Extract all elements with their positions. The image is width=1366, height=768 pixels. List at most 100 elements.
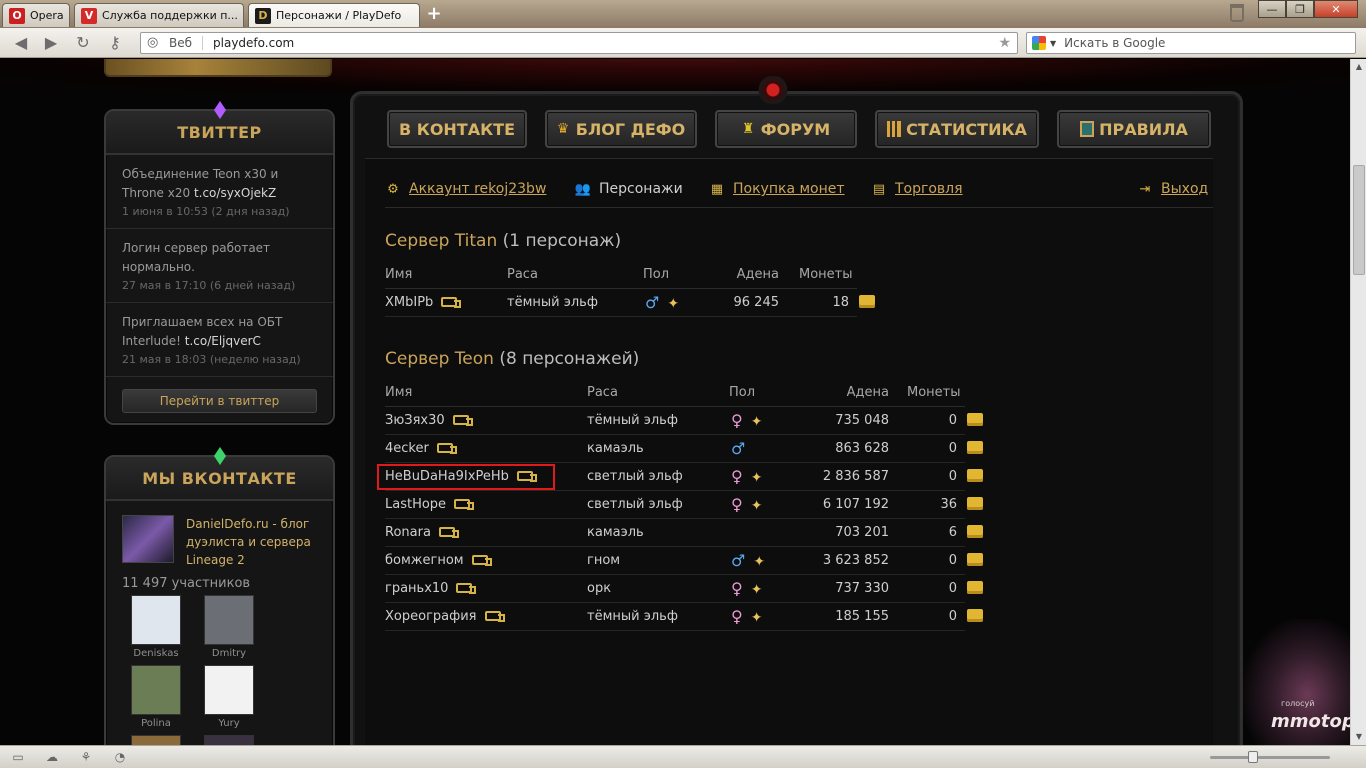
mmotop-vote-banner[interactable]: голосуй mmotop [1243, 619, 1350, 745]
coin-stack-icon[interactable] [859, 295, 875, 308]
link-character-icon[interactable] [436, 442, 457, 454]
coins-icon[interactable] [957, 547, 983, 575]
avatar[interactable] [204, 735, 254, 745]
link-character-icon[interactable] [484, 610, 505, 622]
coin-stack-icon[interactable] [967, 525, 983, 538]
coins-icon[interactable] [957, 407, 983, 435]
unite-icon[interactable]: ⚘ [78, 750, 94, 764]
coins-icon[interactable] [957, 575, 983, 603]
character-name[interactable]: Ronara [385, 519, 459, 547]
trash-icon[interactable] [1230, 4, 1244, 22]
character-name-text[interactable]: ЗюЗях30 [385, 413, 445, 428]
tweet-link[interactable]: t.co/syxOjekZ [194, 186, 276, 200]
avatar[interactable] [131, 595, 181, 645]
character-name[interactable]: XMbIPb [385, 289, 462, 317]
logout-link[interactable]: ⇥ Выход [1137, 181, 1209, 197]
page-scrollbar[interactable]: ▲ ▼ [1350, 59, 1366, 745]
search-field[interactable]: ▼ Искать в Google [1026, 32, 1356, 54]
characters-link[interactable]: 👥 Персонажи [575, 181, 683, 197]
nav-forum[interactable]: ♜ ФОРУМ [715, 110, 857, 148]
key-icon[interactable]: ⚷ [104, 33, 126, 53]
character-name[interactable]: LastHope [385, 491, 475, 519]
coins-icon[interactable] [957, 491, 983, 519]
tab-opera-menu[interactable]: O Opera [2, 3, 70, 27]
character-name-text[interactable]: LastHope [385, 497, 446, 512]
nav-rules[interactable]: ПРАВИЛА [1057, 110, 1211, 148]
link-character-icon[interactable] [438, 526, 459, 538]
tab-support[interactable]: V Служба поддержки п... [74, 3, 244, 27]
avatar[interactable] [131, 665, 181, 715]
character-name[interactable]: бомжегном [385, 547, 492, 575]
cloud-icon[interactable]: ☁ [44, 750, 60, 764]
coin-stack-icon[interactable] [967, 553, 983, 566]
character-name[interactable]: Хореография [385, 603, 505, 631]
coin-stack-icon[interactable] [967, 441, 983, 454]
tab-characters[interactable]: D Персонажи / PlayDefo [248, 3, 420, 27]
scroll-up-icon[interactable]: ▲ [1351, 59, 1366, 75]
browser-window: O Opera V Служба поддержки п... D Персон… [0, 0, 1366, 768]
forward-arrow-icon[interactable]: ▶ [40, 33, 62, 53]
avatar[interactable] [204, 595, 254, 645]
nav-blog[interactable]: ♛ БЛОГ ДЕФО [545, 110, 697, 148]
account-link[interactable]: ⚙ Аккаунт rekoj23bw [385, 181, 546, 197]
tweet-link[interactable]: t.co/EljqverC [185, 334, 261, 348]
nav-statistics[interactable]: СТАТИСТИКА [875, 110, 1039, 148]
back-arrow-icon[interactable]: ◀ [10, 33, 32, 53]
trade-link[interactable]: ▤ Торговля [871, 181, 963, 197]
group-avatar[interactable] [122, 515, 174, 563]
turbo-icon[interactable]: ◔ [112, 750, 128, 764]
character-name[interactable]: ЗюЗях30 [385, 407, 473, 435]
nav-vkontakte[interactable]: В КОНТАКТЕ [387, 110, 527, 148]
coins-icon[interactable] [957, 435, 983, 463]
character-name-text[interactable]: Ronara [385, 525, 431, 540]
address-field[interactable]: ◎ Веб playdefo.com ★ [140, 32, 1018, 54]
vk-member[interactable]: Alexey [122, 735, 190, 745]
coins-icon[interactable] [957, 519, 983, 547]
zoom-slider[interactable] [1210, 751, 1330, 763]
character-name-text[interactable]: 4ecker [385, 441, 429, 456]
link-character-icon[interactable] [441, 296, 462, 308]
avatar[interactable] [204, 665, 254, 715]
link-character-icon[interactable] [456, 582, 477, 594]
link-character-icon[interactable] [471, 554, 492, 566]
panel-toggle-icon[interactable]: ▭ [10, 750, 26, 764]
zoom-knob[interactable] [1248, 751, 1258, 763]
character-name-text[interactable]: бомжегном [385, 553, 464, 568]
avatar[interactable] [131, 735, 181, 745]
maximize-icon[interactable]: ❐ [1286, 0, 1314, 18]
link-character-icon[interactable] [454, 498, 475, 510]
character-name-text[interactable]: XMbIPb [385, 295, 433, 310]
character-name[interactable]: граньх10 [385, 575, 477, 603]
coins-icon[interactable] [957, 603, 983, 631]
coin-stack-icon[interactable] [967, 469, 983, 482]
bookmark-star-icon[interactable]: ★ [998, 35, 1011, 51]
vk-member[interactable]: Dmitry [195, 595, 263, 659]
scroll-down-icon[interactable]: ▼ [1351, 729, 1366, 745]
group-name-link[interactable]: DanielDefo.ru - блог дуэлиста и сервера … [186, 515, 326, 569]
coins-icon[interactable] [849, 289, 875, 317]
character-name-text[interactable]: граньх10 [385, 581, 448, 596]
minimize-icon[interactable]: — [1258, 0, 1286, 18]
coins-icon[interactable] [957, 463, 983, 491]
reload-icon[interactable]: ↻ [72, 33, 94, 53]
coin-stack-icon[interactable] [967, 609, 983, 622]
go-to-twitter-button[interactable]: Перейти в твиттер [122, 389, 317, 413]
link-character-icon[interactable] [452, 414, 473, 426]
address-url[interactable]: playdefo.com [213, 36, 998, 50]
vk-member[interactable]: Polina [122, 665, 190, 729]
vk-member[interactable]: Yury [195, 665, 263, 729]
scroll-thumb[interactable] [1353, 165, 1365, 275]
buy-coins-link[interactable]: ▦ Покупка монет [709, 181, 845, 197]
close-icon[interactable]: ✕ [1314, 0, 1358, 18]
new-tab-plus-icon[interactable]: + [424, 4, 444, 24]
vk-member[interactable]: Max [195, 735, 263, 745]
vk-member[interactable]: Deniskas [122, 595, 190, 659]
chevron-down-icon[interactable]: ▼ [1050, 39, 1056, 48]
coin-stack-icon[interactable] [967, 497, 983, 510]
table-row: ЗюЗях30 тёмный эльф ♀ ✦ 735 048 0 [385, 407, 983, 435]
logo-banner-image[interactable] [104, 59, 332, 77]
character-name[interactable]: 4ecker [385, 435, 457, 463]
character-name-text[interactable]: Хореография [385, 609, 477, 624]
coin-stack-icon[interactable] [967, 581, 983, 594]
coin-stack-icon[interactable] [967, 413, 983, 426]
